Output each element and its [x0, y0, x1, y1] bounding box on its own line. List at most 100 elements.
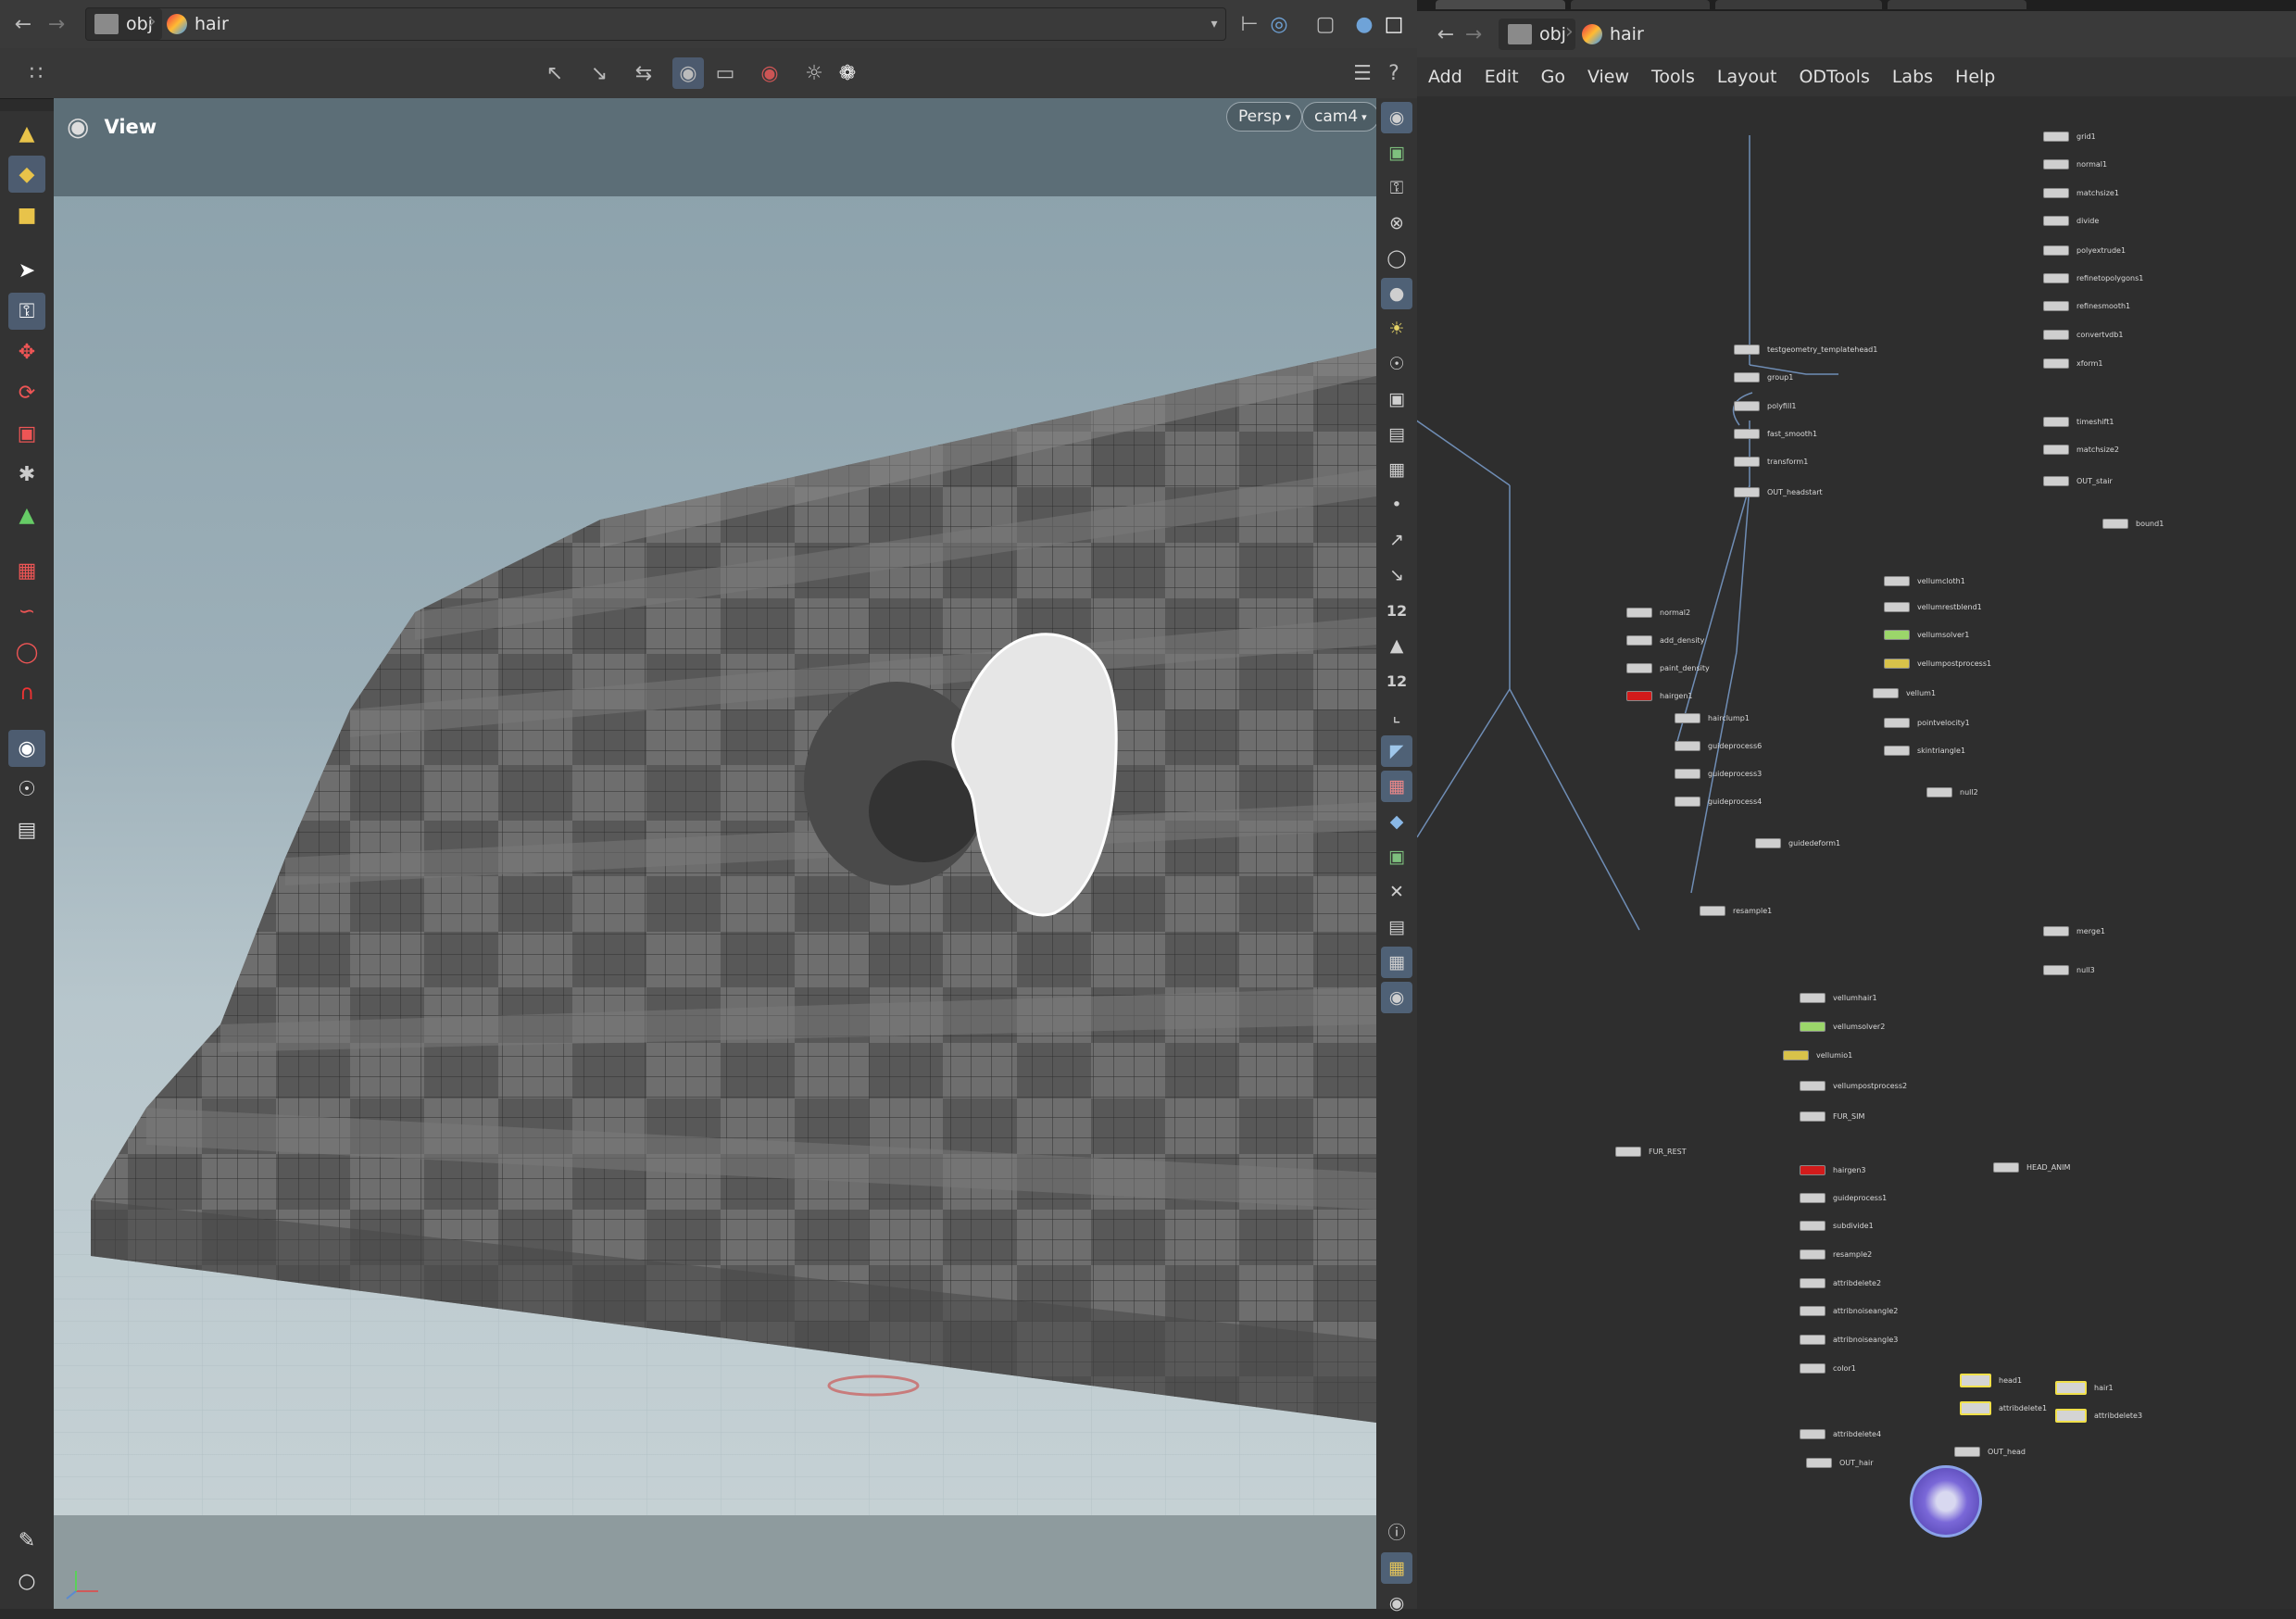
- help-icon[interactable]: ?: [1378, 57, 1410, 89]
- network-node[interactable]: vellum1: [1873, 688, 1936, 698]
- network-node[interactable]: vellumpostprocess1: [1884, 659, 1991, 669]
- edit-icon[interactable]: ✎: [8, 1522, 45, 1559]
- maximize-icon[interactable]: □: [1378, 8, 1410, 40]
- network-node[interactable]: attribnoiseangle2: [1800, 1306, 1898, 1316]
- network-node[interactable]: convertvdb1: [2043, 330, 2123, 340]
- network-node[interactable]: null3: [2043, 965, 2095, 975]
- network-node[interactable]: head1: [1960, 1374, 2022, 1387]
- viewer-options-icon[interactable]: ☰: [1347, 57, 1378, 89]
- cube-icon[interactable]: ▢: [1310, 8, 1341, 40]
- snap-curve-icon[interactable]: ∽: [8, 593, 45, 630]
- projection-menu[interactable]: Persp ▾: [1226, 102, 1303, 132]
- network-node[interactable]: hairclump1: [1675, 713, 1750, 723]
- network-node[interactable]: group1: [1734, 372, 1793, 383]
- network-node[interactable]: vellumio1: [1783, 1050, 1852, 1061]
- paint-tool-icon[interactable]: ▲: [8, 115, 45, 152]
- quad-view-icon[interactable]: ▦: [1381, 1552, 1412, 1584]
- image-icon[interactable]: ▦: [1381, 947, 1412, 978]
- background-icon[interactable]: ▤: [1381, 419, 1412, 450]
- path-dropdown-arrow-icon[interactable]: ▾: [1198, 8, 1230, 40]
- tab-3[interactable]: [1715, 0, 1882, 9]
- network-node[interactable]: hairgen3: [1800, 1165, 1866, 1175]
- display-eye-icon[interactable]: ◉: [1381, 102, 1412, 133]
- pin-icon[interactable]: ⊢: [1234, 8, 1265, 40]
- link-icon[interactable]: ◎: [1263, 8, 1295, 40]
- shelf-grid-icon[interactable]: ∷: [20, 57, 52, 89]
- select-mode-icon[interactable]: ↖: [539, 57, 571, 89]
- network-node[interactable]: refinesmooth1: [2043, 301, 2130, 311]
- network-node[interactable]: pointvelocity1: [1884, 718, 1970, 728]
- camera-toggle-icon[interactable]: ◉: [672, 57, 704, 89]
- menu-item-labs[interactable]: Labs: [1881, 67, 1944, 87]
- network-node[interactable]: guidedeform1: [1755, 838, 1840, 848]
- settings-icon[interactable]: ❁: [832, 57, 863, 89]
- menu-item-go[interactable]: Go: [1530, 67, 1576, 87]
- network-node[interactable]: normal2: [1626, 608, 1690, 618]
- number-badge-1[interactable]: 12: [1381, 595, 1412, 626]
- ghost-icon[interactable]: ◯: [1381, 243, 1412, 274]
- snap-grid-icon[interactable]: ▦: [8, 552, 45, 589]
- guide-icon[interactable]: ✕: [1381, 876, 1412, 908]
- scale-tool-icon[interactable]: ▣: [8, 415, 45, 452]
- network-node[interactable]: grid1: [2043, 132, 2096, 142]
- network-node[interactable]: vellumsolver1: [1884, 630, 1969, 640]
- render-region-icon[interactable]: ▤: [8, 811, 45, 848]
- curve-icon[interactable]: ⌞: [1381, 700, 1412, 732]
- network-node[interactable]: fast_smooth1: [1734, 429, 1817, 439]
- network-node[interactable]: OUT_hair: [1806, 1458, 1874, 1468]
- network-node[interactable]: xform1: [2043, 358, 2102, 369]
- network-node[interactable]: guideprocess3: [1675, 769, 1762, 779]
- network-node[interactable]: color1: [1800, 1363, 1856, 1374]
- network-node[interactable]: hair1: [2055, 1381, 2114, 1395]
- network-node[interactable]: subdivide1: [1800, 1221, 1874, 1231]
- network-node[interactable]: vellumcloth1: [1884, 576, 1965, 586]
- camera-look-icon[interactable]: ☉: [8, 771, 45, 808]
- select-arrow-icon[interactable]: ➤: [8, 252, 45, 289]
- network-node[interactable]: bound1: [2102, 519, 2164, 529]
- tab-2[interactable]: [1571, 0, 1710, 9]
- normal-icon[interactable]: ↗: [1381, 524, 1412, 556]
- network-node[interactable]: vellumsolver2: [1800, 1022, 1885, 1032]
- network-node[interactable]: FUR_SIM: [1800, 1111, 1864, 1122]
- network-node[interactable]: add_density: [1626, 635, 1704, 646]
- lock-camera-icon[interactable]: ⚿: [1381, 172, 1412, 204]
- eye-bottom-icon[interactable]: ◉: [1381, 1588, 1412, 1619]
- rotate-tool-icon[interactable]: ⟳: [8, 374, 45, 411]
- network-node[interactable]: paint_density: [1626, 663, 1710, 673]
- headlight-icon[interactable]: ☉: [1381, 348, 1412, 380]
- number-badge-2[interactable]: 12: [1381, 665, 1412, 697]
- network-node[interactable]: normal1: [2043, 159, 2107, 169]
- network-node[interactable]: FUR_REST: [1615, 1147, 1687, 1157]
- network-node[interactable]: guideprocess1: [1800, 1193, 1887, 1203]
- network-node[interactable]: divide: [2043, 216, 2099, 226]
- select-points-icon[interactable]: ↘: [583, 57, 615, 89]
- brush-tool-icon[interactable]: ■: [8, 196, 45, 233]
- display-options-icon[interactable]: ▭: [709, 57, 741, 89]
- network-node[interactable]: resample1: [1700, 906, 1772, 916]
- lock-icon[interactable]: ⚿: [8, 293, 45, 330]
- menu-item-add[interactable]: Add: [1417, 67, 1474, 87]
- menu-item-help[interactable]: Help: [1944, 67, 2006, 87]
- sculpt-tool-icon[interactable]: ◆: [8, 156, 45, 193]
- menu-item-view[interactable]: View: [1576, 67, 1640, 87]
- viewport-3d[interactable]: ◉ View Persp ▾ cam4 ▾: [54, 98, 1376, 1609]
- network-node[interactable]: vellumrestblend1: [1884, 602, 1982, 612]
- network-node[interactable]: OUT_head: [1954, 1447, 2026, 1457]
- handle-tool-icon[interactable]: ✱: [8, 456, 45, 493]
- point-icon[interactable]: •: [1381, 489, 1412, 521]
- menu-item-odtools[interactable]: ODTools: [1788, 67, 1880, 87]
- smooth-icon[interactable]: ◆: [1381, 806, 1412, 837]
- view-tool-icon[interactable]: ◉: [8, 730, 45, 767]
- network-node[interactable]: attribdelete1: [1960, 1401, 2047, 1415]
- network-node[interactable]: guideprocess6: [1675, 741, 1762, 751]
- pose-tool-icon[interactable]: ▲: [8, 496, 45, 533]
- network-node[interactable]: timeshift1: [2043, 417, 2114, 427]
- magnet-icon[interactable]: ∩: [8, 674, 45, 711]
- network-forward-arrow-icon[interactable]: →: [1458, 19, 1489, 50]
- network-node[interactable]: HEAD_ANIM: [1993, 1162, 2070, 1173]
- network-node[interactable]: resample2: [1800, 1249, 1872, 1260]
- network-node[interactable]: attribdelete4: [1800, 1429, 1881, 1439]
- camera-icon[interactable]: ▣: [1381, 383, 1412, 415]
- close-x-icon[interactable]: ⊗: [1381, 207, 1412, 239]
- light-bulb-icon[interactable]: ●: [1381, 278, 1412, 309]
